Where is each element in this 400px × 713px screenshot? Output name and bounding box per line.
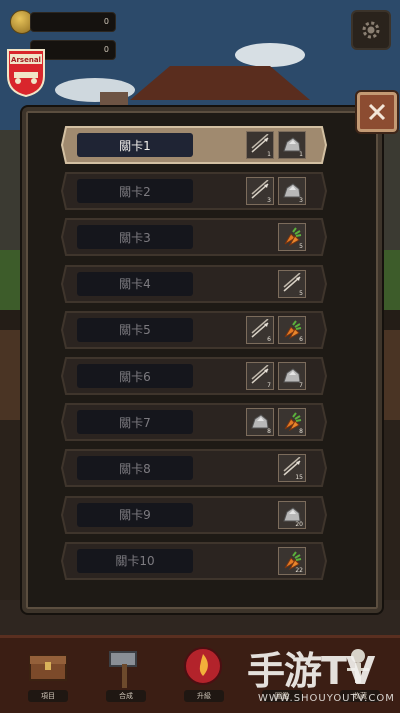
svg-text:Arsenal: Arsenal	[11, 56, 41, 64]
hammer-icon	[109, 651, 137, 688]
reward-quantity: 3	[299, 197, 303, 205]
reward-quantity: 7	[299, 382, 303, 389]
reward-quantity: 5	[299, 243, 303, 251]
reward-quantity: 22	[295, 566, 303, 574]
reward-item-slot[interactable]: 7	[278, 362, 306, 390]
reward-item-slot[interactable]: 3	[246, 177, 274, 206]
reward-quantity: 1	[299, 151, 303, 158]
stage-row[interactable]: 關卡1 1 1	[60, 125, 328, 165]
stage-row[interactable]: 關卡4 5	[60, 264, 328, 304]
nav-label-upgrade: 升級	[184, 690, 224, 702]
reward-quantity: 6	[267, 335, 271, 343]
treasure-chest-icon	[29, 655, 67, 681]
stage-label: 關卡5	[77, 317, 193, 342]
reward-item-slot[interactable]: 3	[278, 177, 306, 206]
reward-item-slot[interactable]: 15	[278, 454, 306, 483]
stage-label: 關卡7	[77, 410, 193, 435]
reward-item-slot[interactable]: 5	[278, 269, 306, 298]
reward-item-slot[interactable]: 8	[278, 408, 306, 437]
stage-row[interactable]: 關卡2 3 3	[60, 171, 328, 211]
stage-row[interactable]: 關卡8 15	[60, 448, 328, 488]
settings-button[interactable]	[351, 10, 391, 50]
stage-row[interactable]: 關卡6 7 7	[60, 356, 328, 396]
gold-bar: 0	[30, 12, 116, 32]
nav-label-craft: 合成	[106, 690, 146, 702]
stage-label: 關卡9	[77, 502, 193, 527]
reward-quantity: 8	[267, 428, 271, 436]
reward-quantity: 15	[295, 474, 303, 482]
reward-item-slot[interactable]: 8	[246, 408, 274, 437]
stage-row[interactable]: 關卡5 6 6	[60, 310, 328, 350]
stage-label: 關卡6	[77, 364, 193, 388]
reward-quantity: 1	[267, 151, 271, 158]
reward-item-slot[interactable]: 6	[246, 315, 274, 344]
close-button[interactable]	[357, 92, 397, 132]
reward-quantity: 3	[267, 197, 271, 205]
reward-item-slot[interactable]: 5	[278, 223, 306, 252]
stage-label: 關卡10	[77, 548, 193, 573]
gem-count: 0	[103, 45, 109, 54]
stage-label: 關卡3	[77, 225, 193, 250]
watermark-logo: 手游TV	[247, 649, 375, 693]
reward-item-slot[interactable]: 22	[278, 546, 306, 575]
reward-quantity: 6	[299, 335, 303, 343]
fire-orb-icon	[184, 647, 222, 685]
stage-row[interactable]: 關卡9 20	[60, 495, 328, 535]
stage-label: 關卡4	[77, 271, 193, 296]
stage-row[interactable]: 關卡7 8 8	[60, 402, 328, 442]
stage-label: 關卡2	[77, 179, 193, 204]
arsenal-badge-icon: Arsenal	[7, 49, 45, 98]
reward-quantity: 8	[299, 428, 303, 436]
stage-label: 關卡1	[77, 133, 193, 157]
reward-item-slot[interactable]: 1	[278, 131, 306, 159]
reward-item-slot[interactable]: 7	[246, 362, 274, 390]
close-icon	[368, 103, 386, 121]
reward-item-slot[interactable]: 6	[278, 315, 306, 344]
stage-row[interactable]: 關卡10 22	[60, 541, 328, 581]
stage-label: 關卡8	[77, 456, 193, 481]
gear-icon	[362, 21, 380, 39]
reward-quantity: 20	[295, 520, 303, 528]
reward-quantity: 5	[299, 289, 303, 297]
reward-item-slot[interactable]: 1	[246, 131, 274, 159]
stage-row[interactable]: 關卡3 5	[60, 217, 328, 257]
nav-label-items: 項目	[28, 690, 68, 702]
watermark-url: WWW.SHOUYOUTV.COM	[258, 693, 395, 704]
reward-quantity: 7	[267, 382, 271, 389]
gold-count: 0	[103, 17, 109, 26]
reward-item-slot[interactable]: 20	[278, 500, 306, 529]
